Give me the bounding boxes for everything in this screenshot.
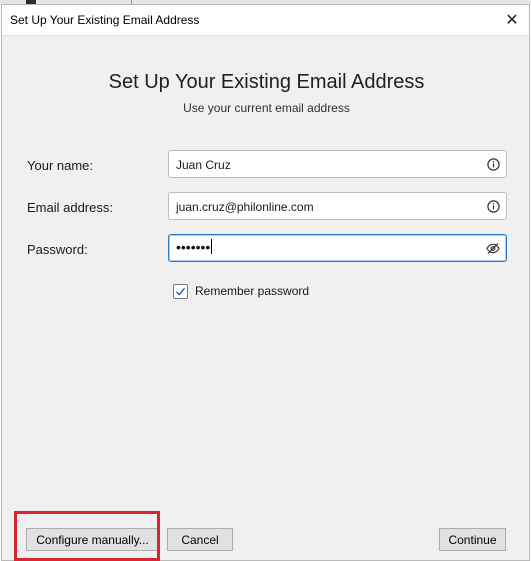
name-field[interactable]: Juan Cruz: [168, 150, 507, 178]
email-value: juan.cruz@philonline.com: [176, 200, 314, 214]
email-field[interactable]: juan.cruz@philonline.com: [168, 192, 507, 220]
setup-dialog: Set Up Your Existing Email Address ✕ Set…: [1, 4, 530, 561]
name-label: Your name:: [27, 158, 94, 173]
continue-button[interactable]: Continue: [439, 528, 506, 551]
cancel-button[interactable]: Cancel: [167, 528, 233, 551]
info-icon[interactable]: [486, 199, 500, 213]
window-title: Set Up Your Existing Email Address: [10, 13, 200, 27]
name-value: Juan Cruz: [176, 158, 231, 172]
text-caret: [211, 239, 213, 254]
info-icon[interactable]: [486, 157, 500, 171]
close-icon[interactable]: ✕: [501, 9, 523, 31]
page-subtitle: Use your current email address: [183, 101, 350, 115]
password-value: •••••••: [176, 239, 213, 255]
password-field[interactable]: •••••••: [168, 234, 507, 262]
remember-password-option[interactable]: Remember password: [173, 283, 309, 299]
password-dots: •••••••: [176, 239, 211, 255]
remember-password-checkbox[interactable]: [173, 283, 188, 299]
password-label: Password:: [27, 242, 88, 257]
page-title: Set Up Your Existing Email Address: [108, 71, 425, 93]
remember-password-label: Remember password: [195, 284, 310, 298]
email-label: Email address:: [27, 200, 113, 215]
highlight-annotation: [14, 511, 160, 561]
title-bar: Set Up Your Existing Email Address ✕: [2, 5, 529, 36]
eye-slash-icon[interactable]: [486, 241, 500, 255]
